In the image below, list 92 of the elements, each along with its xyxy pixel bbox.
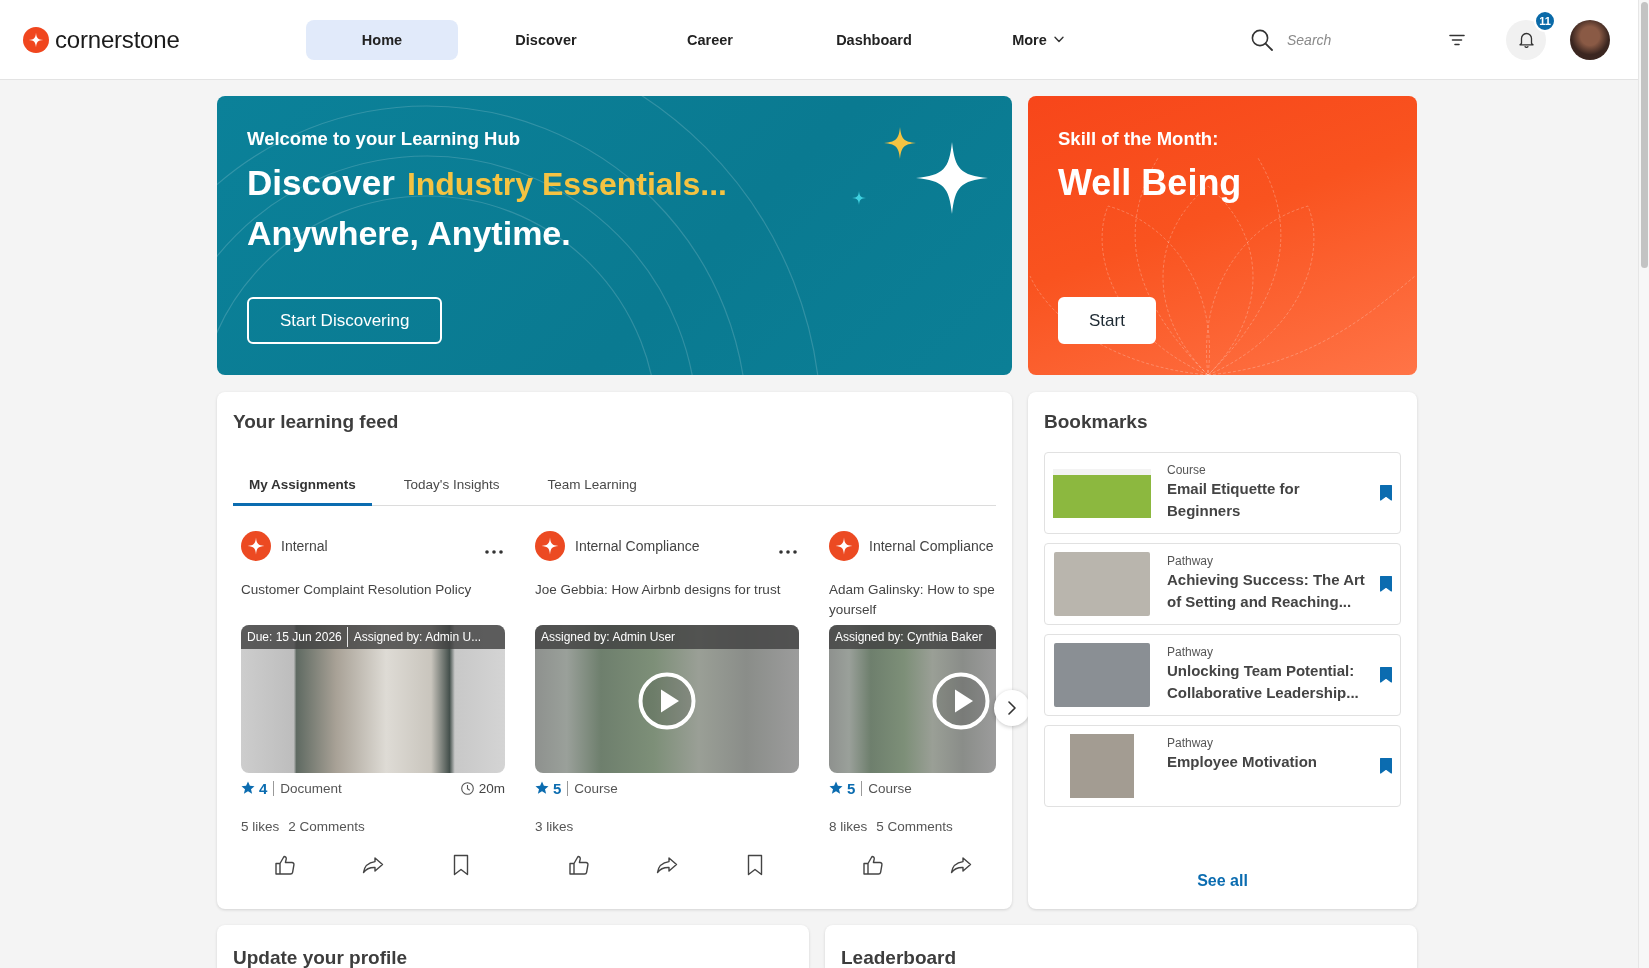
course-title[interactable]: Adam Galinsky: How to spe yourself bbox=[829, 580, 995, 620]
search-icon[interactable] bbox=[1251, 28, 1273, 51]
nav-tab[interactable]: Discover bbox=[515, 19, 577, 60]
banner-highlight: Industry Essentials... bbox=[406, 165, 727, 204]
nav-tab[interactable]: Dashboard bbox=[836, 19, 912, 60]
rating-value: 5 bbox=[847, 779, 856, 797]
share-icon[interactable] bbox=[656, 854, 678, 876]
photo-placeholder[interactable]: Due: 15 Jun 2026 Assigned by: Admin U... bbox=[241, 625, 505, 773]
banner-eyebrow: Welcome to your Learning Hub bbox=[247, 127, 521, 150]
content-type: Course bbox=[574, 780, 618, 796]
banner-eyebrow: Skill of the Month: bbox=[1058, 127, 1219, 150]
play-icon[interactable] bbox=[638, 672, 696, 730]
banner-subtitle: Anywhere, Anytime. bbox=[247, 213, 571, 254]
likes-count: 5 likes bbox=[241, 818, 280, 834]
bookmark-item[interactable]: Pathway Unlocking Team Potential: Collaborative Leadership... bbox=[1044, 634, 1401, 716]
bookmark-icon[interactable] bbox=[1380, 758, 1392, 774]
star-icon bbox=[829, 781, 843, 795]
source-logo-icon bbox=[829, 531, 859, 561]
logo-icon bbox=[23, 26, 49, 53]
source-label: Internal Compliance bbox=[869, 538, 994, 554]
thumbs-up-icon[interactable] bbox=[568, 854, 590, 876]
item-type: Pathway bbox=[1167, 553, 1214, 569]
bookmark-icon[interactable] bbox=[1380, 576, 1392, 592]
next-button[interactable] bbox=[994, 690, 1030, 726]
feed-tab[interactable]: Team Learning bbox=[531, 466, 653, 506]
rating-value: 5 bbox=[553, 779, 562, 797]
filter-icon[interactable] bbox=[1449, 33, 1465, 46]
caption-label: Assigned by: Admin U... bbox=[346, 627, 487, 647]
thumbs-up-icon[interactable] bbox=[274, 854, 296, 876]
logo-wordmark[interactable]: cornerstone bbox=[55, 25, 180, 54]
sparkle-icon bbox=[852, 191, 866, 205]
comments-count[interactable]: 2 Comments bbox=[288, 818, 365, 834]
duration-label: 20m bbox=[478, 780, 505, 796]
banner-headline: Discover bbox=[247, 162, 395, 204]
search-field[interactable]: Search bbox=[1287, 27, 1400, 52]
bookmark-item[interactable]: Pathway Employee Motivation bbox=[1044, 725, 1401, 807]
more-icon[interactable] bbox=[779, 550, 797, 554]
source-label: Internal Compliance bbox=[575, 538, 700, 554]
start-button[interactable]: Start bbox=[1058, 297, 1156, 344]
nav-tab[interactable]: More bbox=[1012, 19, 1064, 60]
feed-tab[interactable]: Today's Insights bbox=[387, 466, 516, 506]
nav-tab[interactable]: Home bbox=[306, 19, 458, 60]
cta-button[interactable]: Start Discovering bbox=[247, 297, 443, 344]
source-logo-icon bbox=[535, 531, 565, 561]
item-title: Achieving Success: The Art of Setting and Reaching... bbox=[1167, 570, 1366, 612]
likes-count: 3 likes bbox=[535, 818, 574, 834]
bell-icon bbox=[1517, 31, 1535, 48]
bookmark-item[interactable]: Course Email Etiquette for Beginners bbox=[1044, 452, 1401, 534]
course-title[interactable]: Joe Gebbia: How Airbnb designs for trust bbox=[535, 580, 781, 620]
rating-value: 4 bbox=[259, 779, 268, 797]
notification-badge: 11 bbox=[1534, 9, 1556, 32]
bookmark-item[interactable]: Pathway Achieving Success: The Art of Setting and Reaching... bbox=[1044, 543, 1401, 625]
share-icon[interactable] bbox=[362, 854, 384, 876]
likes-count: 8 likes bbox=[829, 818, 868, 834]
feed-tab[interactable]: My Assignments bbox=[233, 466, 372, 506]
star-icon bbox=[535, 781, 549, 795]
banner-headline: Well Being bbox=[1058, 161, 1242, 205]
avatar[interactable] bbox=[1570, 19, 1610, 60]
caption-label: Assigned by: Admin User bbox=[540, 629, 677, 646]
video-placeholder[interactable]: Assigned by: Admin User bbox=[535, 625, 799, 773]
nav-tab[interactable]: Career bbox=[687, 19, 733, 60]
bookmark-icon[interactable] bbox=[1380, 485, 1392, 501]
item-type: Pathway bbox=[1167, 735, 1214, 751]
section-title: Update your profile bbox=[233, 947, 409, 968]
item-type: Pathway bbox=[1167, 644, 1214, 660]
clock-icon bbox=[460, 781, 474, 795]
item-title: Email Etiquette for Beginners bbox=[1167, 479, 1301, 521]
source-logo-icon bbox=[241, 531, 271, 561]
caption-label: Due: 15 Jun 2026 bbox=[246, 629, 343, 646]
course-title[interactable]: Customer Complaint Resolution Policy bbox=[241, 580, 472, 620]
section-title: Leaderboard bbox=[841, 947, 958, 968]
play-icon[interactable] bbox=[932, 672, 990, 730]
item-title: Unlocking Team Potential: Collaborative Leadership... bbox=[1167, 661, 1360, 703]
item-type: Course bbox=[1167, 462, 1206, 478]
video-placeholder[interactable]: Assigned by: Cynthia Baker bbox=[829, 625, 996, 773]
comments-count[interactable]: 5 Comments bbox=[876, 818, 953, 834]
see-all-link[interactable]: See all bbox=[1197, 871, 1248, 891]
content-type: Course bbox=[868, 780, 912, 796]
source-label: Internal bbox=[281, 538, 328, 554]
thumbs-up-icon[interactable] bbox=[862, 854, 884, 876]
share-icon[interactable] bbox=[950, 854, 972, 876]
scrollbar-thumb[interactable] bbox=[1640, 2, 1648, 268]
photo-placeholder bbox=[1070, 734, 1134, 798]
bookmark-icon[interactable] bbox=[1380, 667, 1392, 683]
caption-label: Assigned by: Cynthia Baker bbox=[834, 629, 984, 646]
star-icon bbox=[241, 781, 255, 795]
item-title: Employee Motivation bbox=[1167, 752, 1318, 772]
content-type: Document bbox=[280, 780, 342, 796]
chevron-right-icon bbox=[1008, 701, 1016, 715]
more-icon[interactable] bbox=[485, 550, 503, 554]
section-title: Bookmarks bbox=[1044, 410, 1149, 434]
section-title: Your learning feed bbox=[233, 410, 400, 434]
